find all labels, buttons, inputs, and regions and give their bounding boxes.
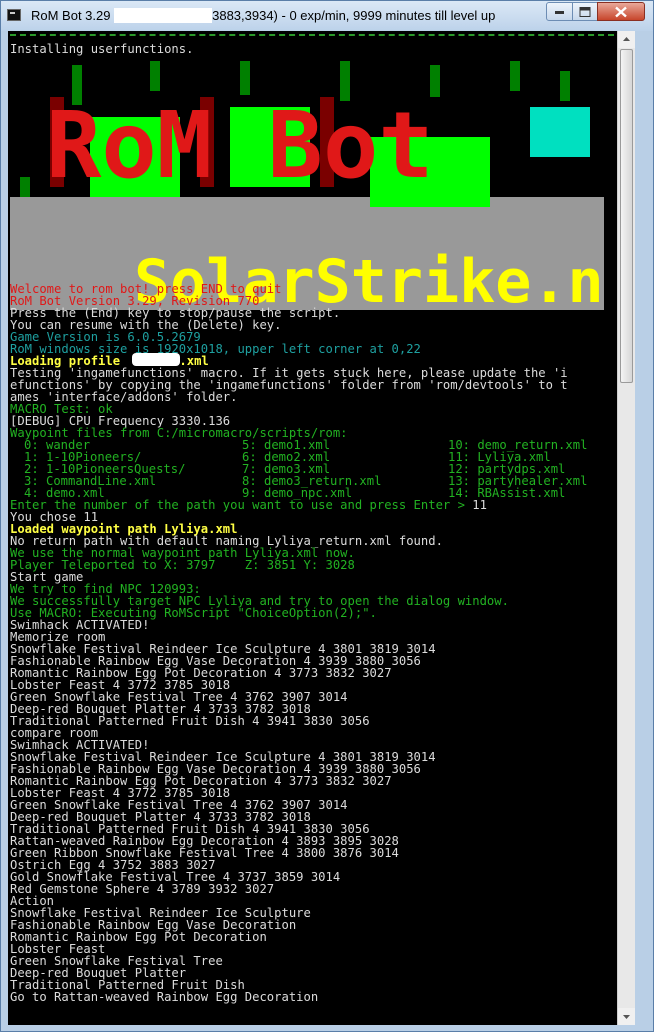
minimize-button[interactable] (546, 2, 573, 21)
console-line: Go to Rattan-weaved Rainbow Egg Decorati… (10, 990, 319, 1004)
prompt-input-value: 11 (472, 498, 487, 512)
scrollbar-thumb[interactable] (620, 49, 633, 383)
redaction-block (132, 353, 180, 366)
title-bar[interactable]: RoM Bot 3.29 3883,3934) - 0 exp/min, 999… (1, 1, 653, 31)
vertical-scrollbar[interactable] (617, 31, 635, 1025)
window-title: RoM Bot 3.29 3883,3934) - 0 exp/min, 999… (31, 8, 495, 23)
rombot-logo: RoM Bot SolarStrike.net (10, 57, 604, 310)
maximize-icon (579, 6, 591, 17)
scroll-down-button[interactable] (618, 1008, 635, 1025)
minimize-icon (554, 10, 564, 14)
console-line: Installing userfunctions. (10, 42, 194, 56)
scroll-up-button[interactable] (618, 31, 635, 48)
chevron-down-icon (623, 1015, 630, 1019)
window-title-prefix: RoM Bot 3.29 (31, 8, 115, 23)
console-window: RoM Bot 3.29 3883,3934) - 0 exp/min, 999… (0, 0, 654, 1032)
window-title-suffix: 3883,3934) - 0 exp/min, 9999 minutes til… (212, 8, 496, 23)
close-icon (615, 6, 627, 17)
separator-line (10, 34, 614, 36)
maximize-button[interactable] (572, 2, 598, 21)
logo-text-rombot: RoM Bot (46, 92, 434, 199)
chevron-up-icon (623, 37, 630, 41)
close-button[interactable] (597, 2, 645, 21)
console-app-icon (7, 9, 21, 21)
console-output[interactable]: Installing userfunctions. RoM Bot SolarS… (8, 31, 617, 1025)
